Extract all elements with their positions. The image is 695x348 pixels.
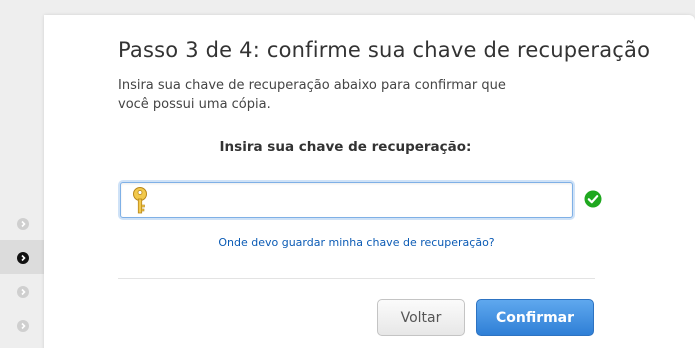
chevron-right-circle-icon <box>17 286 29 298</box>
where-to-store-key-link[interactable]: Onde devo guardar minha chave de recuper… <box>118 236 595 249</box>
divider <box>118 278 595 279</box>
chevron-right-circle-icon <box>17 252 29 264</box>
step-indicator-2 <box>17 252 29 264</box>
confirm-button[interactable]: Confirmar <box>476 299 594 336</box>
step-indicator-1 <box>17 218 29 230</box>
step-indicator-3 <box>17 286 29 298</box>
checkmark-circle-icon <box>584 190 602 208</box>
chevron-right-circle-icon <box>17 320 29 332</box>
page-description: Insira sua chave de recuperação abaixo p… <box>118 78 506 112</box>
page-title: Passo 3 de 4: confirme sua chave de recu… <box>118 38 651 62</box>
recovery-key-field[interactable] <box>120 182 573 218</box>
key-icon <box>133 187 147 214</box>
step-sidebar <box>0 0 44 348</box>
back-button[interactable]: Voltar <box>377 299 465 336</box>
recovery-key-label: Insira sua chave de recuperação: <box>219 139 472 155</box>
recovery-key-input[interactable] <box>157 187 562 213</box>
step-indicator-4 <box>17 320 29 332</box>
chevron-right-circle-icon <box>17 218 29 230</box>
